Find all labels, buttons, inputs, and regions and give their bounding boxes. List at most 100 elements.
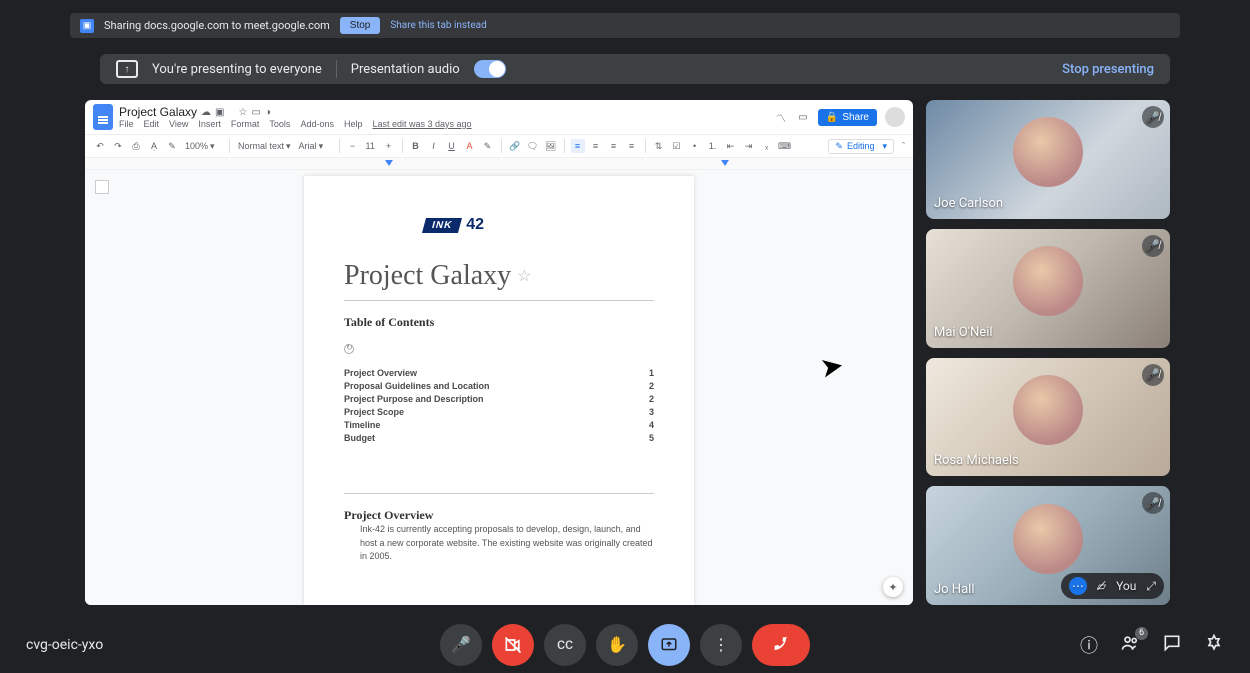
redo-icon[interactable]: ↷ xyxy=(111,139,125,153)
meeting-details-icon[interactable]: ⓘ xyxy=(1080,632,1098,658)
status-icon[interactable]: ◑ xyxy=(265,107,271,118)
highlight-icon[interactable]: ✎ xyxy=(481,139,495,153)
browser-share-bar: ▣ Sharing docs.google.com to meet.google… xyxy=(70,13,1180,38)
stop-presenting-button[interactable]: Stop presenting xyxy=(1062,62,1154,77)
doc-page[interactable]: INK 42 Project Galaxy ☆ Table of Content… xyxy=(304,176,694,605)
move-icon[interactable]: ▭ xyxy=(251,107,260,118)
participant-tile-self[interactable]: 🎤̸ Jo Hall ⋯ ▱̸ You ⤢ xyxy=(926,486,1170,605)
input-tools-icon[interactable]: ⌨ xyxy=(778,139,792,153)
leave-call-button[interactable] xyxy=(752,624,810,666)
participant-tile[interactable]: 🎤̸ Joe Carlson xyxy=(926,100,1170,219)
presentation-audio-label: Presentation audio xyxy=(351,62,460,77)
star-icon[interactable]: ☆ xyxy=(238,107,247,118)
more-options-icon[interactable]: ⋯ xyxy=(1069,577,1087,595)
add-comment-icon[interactable]: 🗨 xyxy=(526,139,540,153)
activities-icon[interactable] xyxy=(1204,633,1224,658)
document-outline-button[interactable] xyxy=(95,180,109,194)
participant-name: Rosa Michaels xyxy=(934,453,1019,468)
participant-face-icon xyxy=(1013,504,1083,574)
menu-file[interactable]: File xyxy=(119,119,134,129)
align-left-icon[interactable]: ≡ xyxy=(571,139,585,153)
participant-tile[interactable]: 🎤̸ Mai O'Neil xyxy=(926,229,1170,348)
clear-format-icon[interactable]: ₓ xyxy=(760,139,774,153)
toc-row[interactable]: Timeline4 xyxy=(344,420,654,430)
font-size-inc[interactable]: + xyxy=(382,139,396,153)
right-tab-marker-icon[interactable] xyxy=(721,160,729,166)
last-edit-link[interactable]: Last edit was 3 days ago xyxy=(372,119,471,129)
doc-title[interactable]: Project Galaxy xyxy=(119,105,197,119)
remove-tile-icon[interactable]: ▱̸ xyxy=(1097,579,1106,593)
chat-icon[interactable] xyxy=(1162,633,1182,658)
share-instead-link[interactable]: Share this tab instead xyxy=(390,20,486,31)
doc-heading-title[interactable]: Project Galaxy ☆ xyxy=(344,260,654,292)
section-overview-header[interactable]: Project Overview xyxy=(344,508,654,523)
google-docs-icon[interactable] xyxy=(93,104,113,130)
bold-icon[interactable]: B xyxy=(409,139,423,153)
line-spacing-icon[interactable]: ⇅ xyxy=(652,139,666,153)
shared-doc-window: Project Galaxy ☁ ▣ ☆ ▭ ◑ File Edit View … xyxy=(85,100,913,605)
share-stop-button[interactable]: Stop xyxy=(340,17,381,34)
align-right-icon[interactable]: ≡ xyxy=(607,139,621,153)
font-size[interactable]: 11 xyxy=(364,141,378,151)
toc-row[interactable]: Project Scope3 xyxy=(344,407,654,417)
menu-format[interactable]: Format xyxy=(231,119,260,129)
account-avatar[interactable] xyxy=(885,107,905,127)
spellcheck-icon[interactable]: Ạ xyxy=(147,139,161,153)
toc-refresh-button[interactable] xyxy=(344,344,354,354)
align-center-icon[interactable]: ≡ xyxy=(589,139,603,153)
menu-addons[interactable]: Add-ons xyxy=(300,119,334,129)
indent-dec-icon[interactable]: ⇤ xyxy=(724,139,738,153)
editing-mode-button[interactable]: ✎ Editing ▾ xyxy=(828,139,894,154)
style-select[interactable]: Normal text ▾ xyxy=(236,141,293,152)
toc-header[interactable]: Table of Contents xyxy=(344,315,654,330)
toc-row[interactable]: Proposal Guidelines and Location2 xyxy=(344,381,654,391)
insert-link-icon[interactable]: 🔗 xyxy=(508,139,522,153)
numbered-list-icon[interactable]: 1. xyxy=(706,139,720,153)
doc-ruler[interactable] xyxy=(85,158,913,170)
menu-insert[interactable]: Insert xyxy=(198,119,221,129)
presentation-audio-toggle[interactable] xyxy=(474,60,506,78)
present-doc-icon[interactable]: ▭ xyxy=(796,110,810,124)
more-options-button[interactable]: ⋮ xyxy=(700,624,742,666)
bulleted-list-icon[interactable]: • xyxy=(688,139,702,153)
indent-marker-icon[interactable] xyxy=(385,160,393,166)
menu-tools[interactable]: Tools xyxy=(269,119,290,129)
explore-button[interactable]: ✦ xyxy=(883,577,903,597)
indent-inc-icon[interactable]: ⇥ xyxy=(742,139,756,153)
italic-icon[interactable]: I xyxy=(427,139,441,153)
expand-icon[interactable]: ⤢ xyxy=(1146,579,1156,594)
menu-view[interactable]: View xyxy=(169,119,188,129)
participant-face-icon xyxy=(1013,117,1083,187)
main-content-row: Project Galaxy ☁ ▣ ☆ ▭ ◑ File Edit View … xyxy=(85,100,1170,605)
camera-off-button[interactable] xyxy=(492,624,534,666)
menu-edit[interactable]: Edit xyxy=(144,119,160,129)
mic-button[interactable]: 🎤 xyxy=(440,624,482,666)
doc-share-button[interactable]: 🔒 Share xyxy=(818,109,877,126)
text-color-icon[interactable]: A xyxy=(463,139,477,153)
menu-help[interactable]: Help xyxy=(344,119,363,129)
insert-image-icon[interactable]: 🖼 xyxy=(544,139,558,153)
align-justify-icon[interactable]: ≡ xyxy=(625,139,639,153)
font-size-dec[interactable]: − xyxy=(346,139,360,153)
font-select[interactable]: Arial ▾ xyxy=(297,141,333,152)
participant-tile[interactable]: 🎤̸ Rosa Michaels xyxy=(926,358,1170,477)
doc-share-label: Share xyxy=(842,112,869,123)
toc-row[interactable]: Budget5 xyxy=(344,433,654,443)
pencil-icon: ✎ xyxy=(835,141,843,152)
people-icon[interactable]: 6 xyxy=(1120,633,1140,658)
toc-row[interactable]: Project Overview1 xyxy=(344,368,654,378)
raise-hand-button[interactable]: ✋ xyxy=(596,624,638,666)
lock-icon: 🔒 xyxy=(826,112,838,123)
paint-format-icon[interactable]: ✎ xyxy=(165,139,179,153)
toolbar-chevron-icon[interactable]: ˆ xyxy=(902,141,905,151)
zoom-select[interactable]: 100% ▾ xyxy=(183,141,223,152)
captions-button[interactable]: cc xyxy=(544,624,586,666)
toc-row[interactable]: Project Purpose and Description2 xyxy=(344,394,654,404)
checklist-icon[interactable]: ☑ xyxy=(670,139,684,153)
undo-icon[interactable]: ↶ xyxy=(93,139,107,153)
present-screen-button[interactable] xyxy=(648,624,690,666)
section-overview-body[interactable]: Ink-42 is currently accepting proposals … xyxy=(344,523,654,564)
activity-icon[interactable]: 〽 xyxy=(774,110,788,124)
underline-icon[interactable]: U xyxy=(445,139,459,153)
print-icon[interactable]: ⎙ xyxy=(129,139,143,153)
